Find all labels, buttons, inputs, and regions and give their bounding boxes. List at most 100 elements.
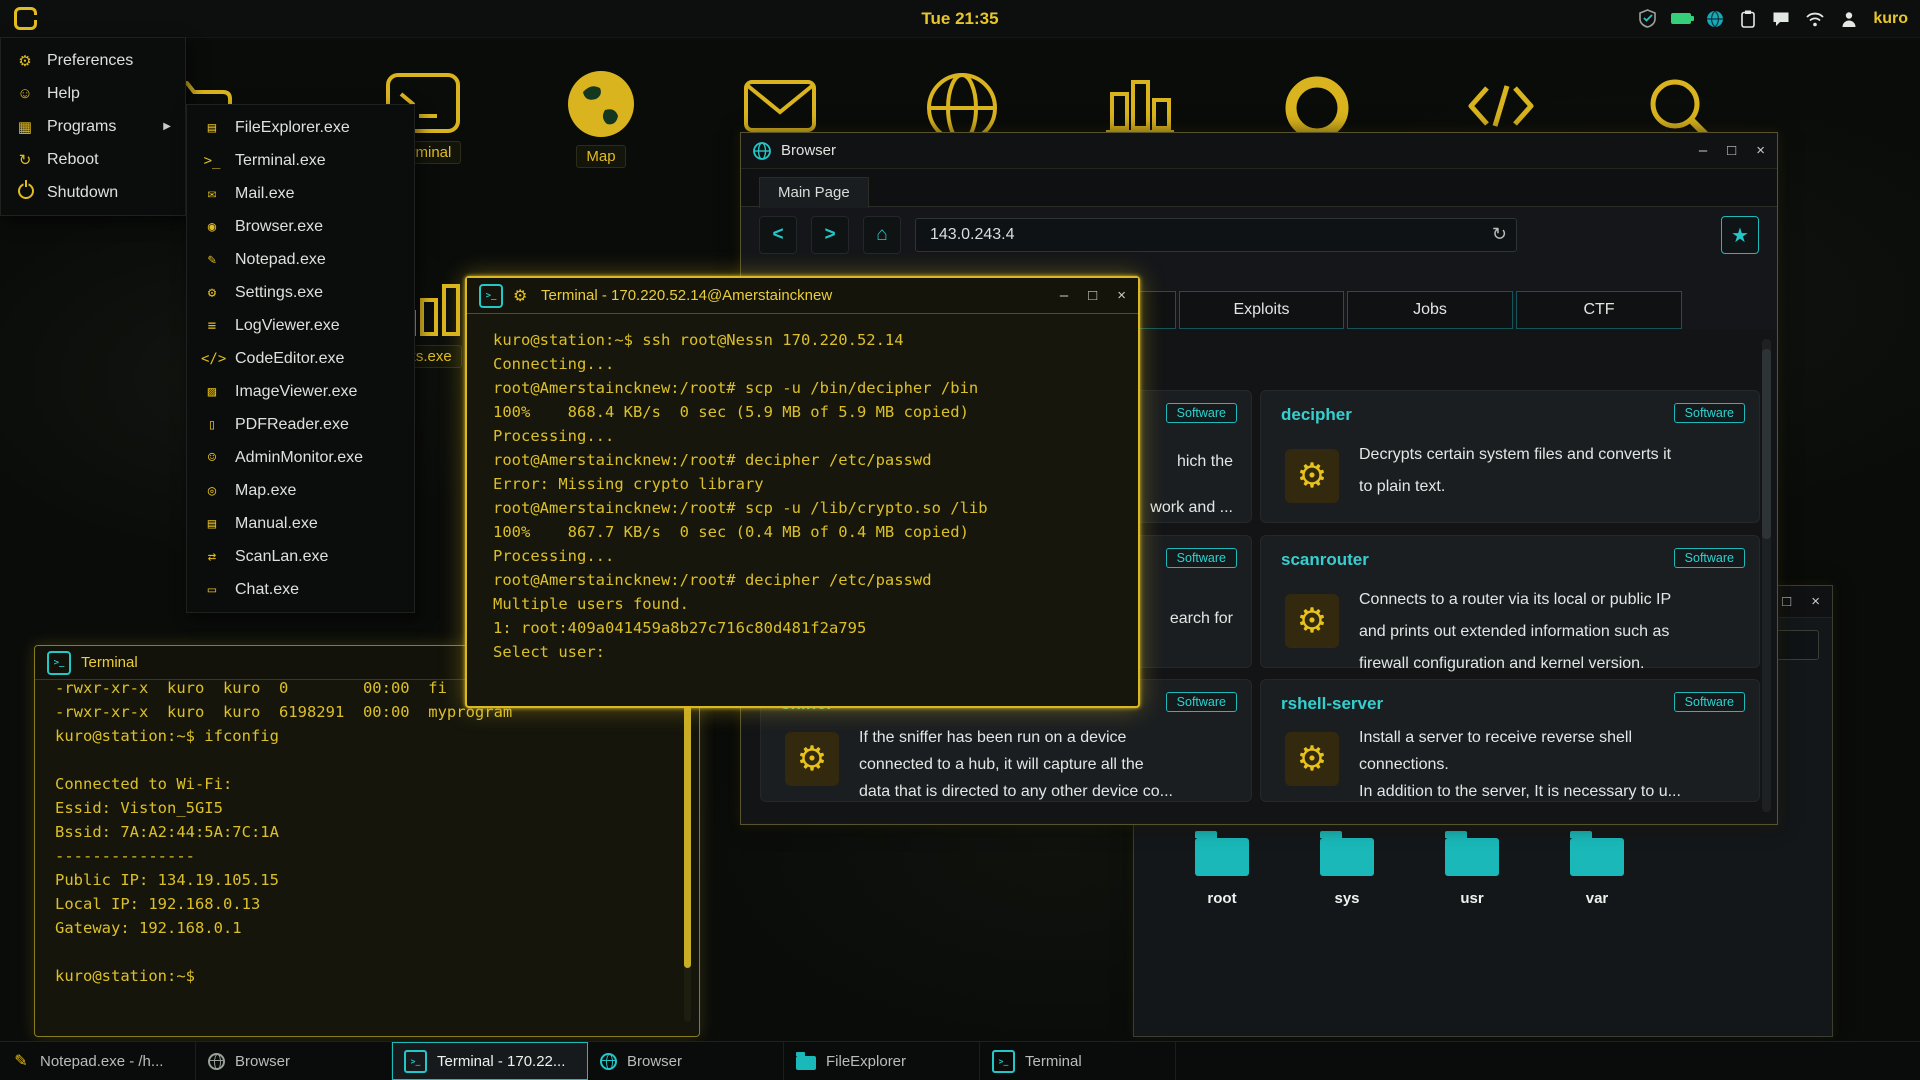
file-explorer-icon: ▤ xyxy=(201,120,223,136)
chat-icon[interactable] xyxy=(1772,10,1790,27)
folder-icon xyxy=(1195,838,1249,876)
menu-item-scanlan[interactable]: ⇄ ScanLan.exe xyxy=(187,540,414,573)
desktop-icon-code[interactable] xyxy=(1455,74,1547,140)
menu-item-terminal[interactable]: >_ Terminal.exe xyxy=(187,144,414,177)
menu-item-adminmonitor[interactable]: ☺ AdminMonitor.exe xyxy=(187,441,414,474)
folder-var[interactable]: var xyxy=(1552,838,1642,907)
browser-titlebar[interactable]: Browser – □ × xyxy=(741,133,1777,169)
menu-item-chat[interactable]: ▭ Chat.exe xyxy=(187,573,414,606)
tab-jobs[interactable]: Jobs xyxy=(1347,291,1513,329)
wifi-icon[interactable] xyxy=(1805,11,1825,27)
software-card-decipher[interactable]: decipher Software ⚙ Decrypts certain sys… xyxy=(1260,390,1760,523)
clipboard-icon[interactable] xyxy=(1739,10,1757,28)
folder-icon xyxy=(1570,838,1624,876)
maximize-button[interactable]: □ xyxy=(1782,593,1791,610)
home-button[interactable]: ⌂ xyxy=(863,216,901,254)
desktop-icon-building[interactable] xyxy=(1094,72,1186,138)
system-tray: kuro xyxy=(1639,0,1908,37)
taskbar-item-notepad[interactable]: ✎ Notepad.exe - /h... xyxy=(0,1042,196,1080)
forward-button[interactable]: > xyxy=(811,216,849,254)
software-badge: Software xyxy=(1166,403,1237,423)
menu-item-logviewer[interactable]: ≡ LogViewer.exe xyxy=(187,309,414,342)
network-globe-icon[interactable] xyxy=(1706,10,1724,28)
scrollbar-thumb[interactable] xyxy=(684,688,691,968)
menu-item-codeeditor[interactable]: </> CodeEditor.exe xyxy=(187,342,414,375)
terminal-icon: >_ xyxy=(992,1050,1015,1073)
chat-icon: ▭ xyxy=(201,582,223,598)
start-menu: ⚙ Preferences ☺ Help ▦ Programs ▶ ↻ Rebo… xyxy=(0,37,186,216)
menu-item-help[interactable]: ☺ Help xyxy=(1,77,185,110)
tab-exploits[interactable]: Exploits xyxy=(1179,291,1344,329)
close-button[interactable]: × xyxy=(1756,142,1765,159)
menu-item-label: LogViewer.exe xyxy=(235,317,340,335)
folder-sys[interactable]: sys xyxy=(1302,838,1392,907)
taskbar-item-browser-1[interactable]: Browser xyxy=(196,1042,392,1080)
menu-item-label: CodeEditor.exe xyxy=(235,350,344,368)
maximize-button[interactable]: □ xyxy=(1727,142,1736,159)
menu-item-label: FileExplorer.exe xyxy=(235,119,350,137)
card-description: If the sniffer has been run on a device … xyxy=(859,724,1233,805)
menu-item-notepad[interactable]: ✎ Notepad.exe xyxy=(187,243,414,276)
clock: Tue 21:35 xyxy=(0,0,1920,37)
menu-item-fileexplorer[interactable]: ▤ FileExplorer.exe xyxy=(187,111,414,144)
menu-item-label: Shutdown xyxy=(47,184,118,202)
terminal-output[interactable]: kuro@station:~$ ssh root@Nessn 170.220.5… xyxy=(467,314,1138,678)
tab-ctf[interactable]: CTF xyxy=(1516,291,1682,329)
folder-usr[interactable]: usr xyxy=(1427,838,1517,907)
user-icon[interactable] xyxy=(1840,10,1858,28)
back-button[interactable]: < xyxy=(759,216,797,254)
browser-page-tab[interactable]: Main Page xyxy=(759,177,869,208)
desktop-icon-mail[interactable] xyxy=(734,76,826,136)
shield-icon[interactable] xyxy=(1639,9,1656,28)
maximize-button[interactable]: □ xyxy=(1088,287,1097,304)
desktop-icon-map[interactable]: Map xyxy=(555,68,647,168)
taskbar-item-fileexplorer[interactable]: FileExplorer xyxy=(784,1042,980,1080)
network-icon: ⇄ xyxy=(201,549,223,565)
terminal-icon: >_ xyxy=(201,153,223,169)
folder-label: var xyxy=(1552,890,1642,907)
menu-item-map[interactable]: ◎ Map.exe xyxy=(187,474,414,507)
menu-item-preferences[interactable]: ⚙ Preferences xyxy=(1,44,185,77)
browser-scrollbar-thumb[interactable] xyxy=(1762,349,1771,539)
terminal-output[interactable]: -rwxr-xr-x kuro kuro 0 00:00 fi -rwxr-xr… xyxy=(35,672,699,998)
close-button[interactable]: × xyxy=(1811,593,1820,610)
taskbar-item-terminal-local[interactable]: >_ Terminal xyxy=(980,1042,1176,1080)
browser-tabstrip: Main Page xyxy=(741,169,1777,207)
minimize-button[interactable]: – xyxy=(1060,287,1068,304)
menu-item-programs[interactable]: ▦ Programs ▶ xyxy=(1,110,185,143)
menu-item-pdfreader[interactable]: ▯ PDFReader.exe xyxy=(187,408,414,441)
menu-item-mail[interactable]: ✉ Mail.exe xyxy=(187,177,414,210)
refresh-icon[interactable]: ↻ xyxy=(1492,224,1507,245)
menu-item-manual[interactable]: ▤ Manual.exe xyxy=(187,507,414,540)
bookmark-button[interactable]: ★ xyxy=(1721,216,1759,254)
username[interactable]: kuro xyxy=(1873,10,1908,28)
top-bar: Tue 21:35 kuro xyxy=(0,0,1920,38)
menu-item-settings[interactable]: ⚙ Settings.exe xyxy=(187,276,414,309)
software-badge: Software xyxy=(1674,403,1745,423)
menu-item-browser[interactable]: ◉ Browser.exe xyxy=(187,210,414,243)
menu-item-imageviewer[interactable]: ▨ ImageViewer.exe xyxy=(187,375,414,408)
gear-icon: ⚙ xyxy=(785,732,839,786)
menu-item-shutdown[interactable]: Shutdown xyxy=(1,176,185,209)
code-icon xyxy=(1463,74,1539,140)
folder-icon xyxy=(1320,838,1374,876)
taskbar-item-browser-2[interactable]: Browser xyxy=(588,1042,784,1080)
minimize-button[interactable]: – xyxy=(1699,142,1707,159)
url-bar: ↻ xyxy=(915,218,1517,252)
software-card-scanrouter[interactable]: scanrouter Software ⚙ Connects to a rout… xyxy=(1260,535,1760,668)
taskbar-item-terminal-remote[interactable]: >_ Terminal - 170.22... xyxy=(392,1042,588,1080)
menu-item-label: AdminMonitor.exe xyxy=(235,449,363,467)
folder-icon xyxy=(1445,838,1499,876)
folder-root[interactable]: root xyxy=(1177,838,1267,907)
menu-item-reboot[interactable]: ↻ Reboot xyxy=(1,143,185,176)
mail-icon xyxy=(742,76,818,136)
url-input[interactable] xyxy=(915,218,1517,252)
book-icon: ▤ xyxy=(201,516,223,532)
terminal-titlebar[interactable]: >_ ⚙ Terminal - 170.220.52.14@Amerstainc… xyxy=(467,278,1138,314)
menu-item-label: ScanLan.exe xyxy=(235,548,328,566)
battery-icon[interactable] xyxy=(1671,13,1691,24)
close-button[interactable]: × xyxy=(1117,287,1126,304)
software-badge: Software xyxy=(1674,692,1745,712)
software-card-rshell-server[interactable]: rshell-server Software ⚙ Install a serve… xyxy=(1260,679,1760,802)
window-title: Terminal - 170.220.52.14@Amerstaincknew xyxy=(541,287,832,304)
